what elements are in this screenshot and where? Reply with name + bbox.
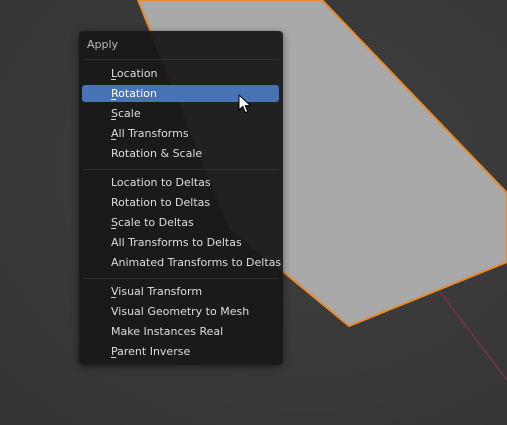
mouse-pointer-icon [238, 94, 251, 114]
hotkey-underline [111, 99, 116, 100]
menu-item-location-to-deltas[interactable]: Location to Deltas [82, 174, 279, 191]
menu-item-label: Location [111, 67, 158, 80]
menu-item-label: All Transforms [111, 127, 189, 140]
menu-item-animated-transforms-to-deltas[interactable]: Animated Transforms to Deltas [82, 254, 282, 271]
menu-title-divider [83, 59, 279, 60]
hotkey-underline [111, 139, 116, 140]
menu-divider [83, 278, 279, 279]
menu-item-label: Scale to Deltas [111, 216, 194, 229]
menu-item-scale-to-deltas[interactable]: Scale to Deltas [82, 214, 279, 231]
menu-item-label: Make Instances Real [111, 325, 224, 338]
menu-item-rotation-to-deltas[interactable]: Rotation to Deltas [82, 194, 279, 211]
hotkey-underline [111, 297, 116, 298]
menu-item-label: Location to Deltas [111, 176, 211, 189]
menu-title: Apply [87, 38, 119, 51]
apply-menu: Apply Location Rotation Scale All Transf… [79, 31, 283, 365]
menu-item-label: Animated Transforms to Deltas [111, 256, 282, 269]
menu-item-label: Parent Inverse [111, 345, 191, 358]
menu-item-parent-inverse[interactable]: Parent Inverse [82, 343, 279, 360]
menu-item-label: All Transforms to Deltas [111, 236, 242, 249]
hotkey-underline [111, 119, 116, 120]
menu-item-label: Rotation to Deltas [111, 196, 211, 209]
hotkey-underline [111, 79, 116, 80]
menu-item-label: Visual Geometry to Mesh [111, 305, 250, 318]
menu-item-all-transforms[interactable]: All Transforms [82, 125, 279, 142]
menu-item-all-transforms-to-deltas[interactable]: All Transforms to Deltas [82, 234, 279, 251]
menu-item-rotation-and-scale[interactable]: Rotation & Scale [82, 145, 279, 162]
menu-item-location[interactable]: Location [82, 65, 279, 82]
menu-item-visual-transform[interactable]: Visual Transform [82, 283, 279, 300]
menu-item-label: Rotation [111, 87, 158, 100]
menu-item-label: Visual Transform [111, 285, 203, 298]
hotkey-underline [111, 228, 116, 229]
menu-item-make-instances-real[interactable]: Make Instances Real [82, 323, 279, 340]
x-axis-line [439, 291, 507, 381]
menu-item-label: Rotation & Scale [111, 147, 203, 160]
menu-item-visual-geometry-to-mesh[interactable]: Visual Geometry to Mesh [82, 303, 279, 320]
menu-divider [83, 169, 279, 170]
hotkey-underline [111, 357, 116, 358]
